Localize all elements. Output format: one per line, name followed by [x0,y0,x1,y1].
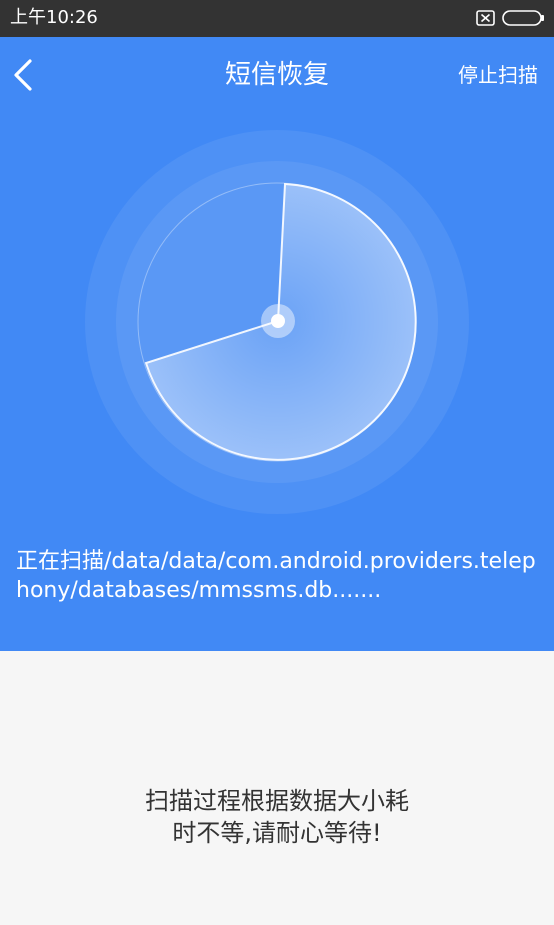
hint-line-1: 扫描过程根据数据大小耗 [145,787,409,815]
status-time: 上午10:26 [10,7,98,28]
stop-scan-button[interactable]: 停止扫描 [458,61,538,89]
radar-scanner [85,130,469,514]
scan-path-text: 正在扫描/data/data/com.android.providers.tel… [16,549,536,603]
status-icons [476,8,546,28]
hint-text: 扫描过程根据数据大小耗 时不等,请耐心等待! [80,785,474,849]
close-box-icon [476,10,495,26]
status-icons-svg [476,10,544,26]
status-bar: 上午10:26 [0,0,554,37]
scan-panel: 短信恢复 停止扫描 正在扫描/data/data/com.android.pro… [0,37,554,651]
hint-line-2: 时不等,请耐心等待! [172,819,382,847]
radar-center-dot [271,314,285,328]
battery-icon [502,10,544,26]
